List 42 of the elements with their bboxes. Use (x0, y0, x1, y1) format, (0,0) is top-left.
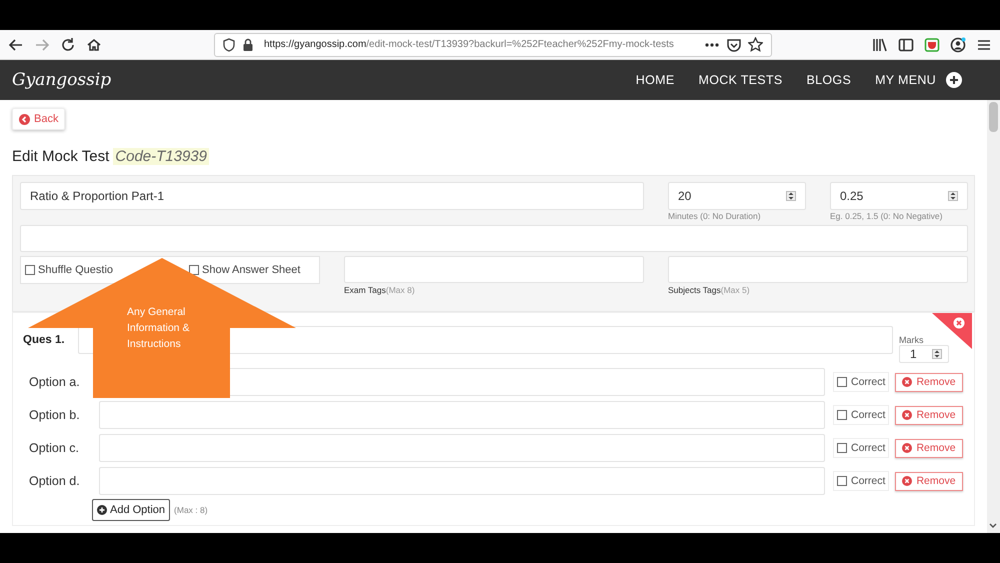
add-option-button[interactable]: Add Option (92, 499, 170, 521)
option-label: Option c. (28, 441, 80, 455)
test-code: Code-T13939 (113, 148, 209, 165)
title-field[interactable]: Ratio & Proportion Part-1 (20, 182, 644, 210)
marks-field[interactable]: 1 (899, 345, 949, 363)
remove-button[interactable]: Remove (895, 472, 963, 490)
negative-marks-field[interactable]: 0.25 (830, 182, 968, 210)
correct-checkbox[interactable]: Correct (833, 471, 890, 491)
remove-button[interactable]: Remove (895, 372, 963, 392)
max-note: (Max 8) (386, 285, 415, 295)
field-hint: Eg. 0.25, 1.5 (0: No Negative) (830, 211, 944, 221)
duration-field[interactable]: 20 (668, 182, 806, 210)
remove-button[interactable]: Remove (895, 438, 963, 458)
correct-checkbox[interactable]: Correct (833, 405, 890, 425)
max-note: (Max 5) (720, 285, 750, 295)
field-label: Subjects Tags (668, 285, 721, 295)
remove-button[interactable]: Remove (895, 406, 963, 424)
page-title: Edit Mock Test (12, 148, 110, 165)
correct-checkbox[interactable]: Correct (833, 438, 890, 458)
url-path: /edit-mock-test/T13939?backurl=%252Fteacher%252Fmy-mock-tests (366, 39, 674, 50)
option-label: Option a. (28, 375, 81, 389)
marks-label: Marks (899, 335, 924, 345)
address-bar[interactable]: https://gyangossip.com/edit-mock-test/T13939?backurl=%252Fteacher%252Fmy-mock-tests (214, 32, 772, 56)
option-label: Option d. (28, 474, 81, 488)
field-label: Exam Tags (344, 285, 386, 295)
site-logo[interactable]: Gyangossip (12, 70, 112, 90)
checkbox-text: Correct (851, 376, 886, 388)
nav-link[interactable]: MY MENU (875, 73, 936, 87)
option-label: Option b. (28, 408, 81, 422)
checkbox-text: Correct (851, 475, 886, 487)
max-note: (Max : 8) (174, 505, 208, 515)
back-button[interactable]: Back (12, 108, 66, 130)
nav-link[interactable]: MOCK TESTS (698, 73, 783, 87)
checkbox-text: Correct (851, 442, 886, 454)
url-domain: https://gyangossip.com (264, 39, 366, 50)
correct-checkbox[interactable]: Correct (833, 372, 890, 392)
nav-link[interactable]: BLOGS (806, 73, 852, 87)
checkbox-text: Correct (851, 409, 886, 421)
callout-text: Any General Information & Instructions (127, 305, 190, 352)
field-hint: Minutes (0: No Duration) (668, 211, 762, 221)
question-label: Ques 1. (23, 334, 66, 346)
nav-link[interactable]: HOME (636, 73, 674, 87)
